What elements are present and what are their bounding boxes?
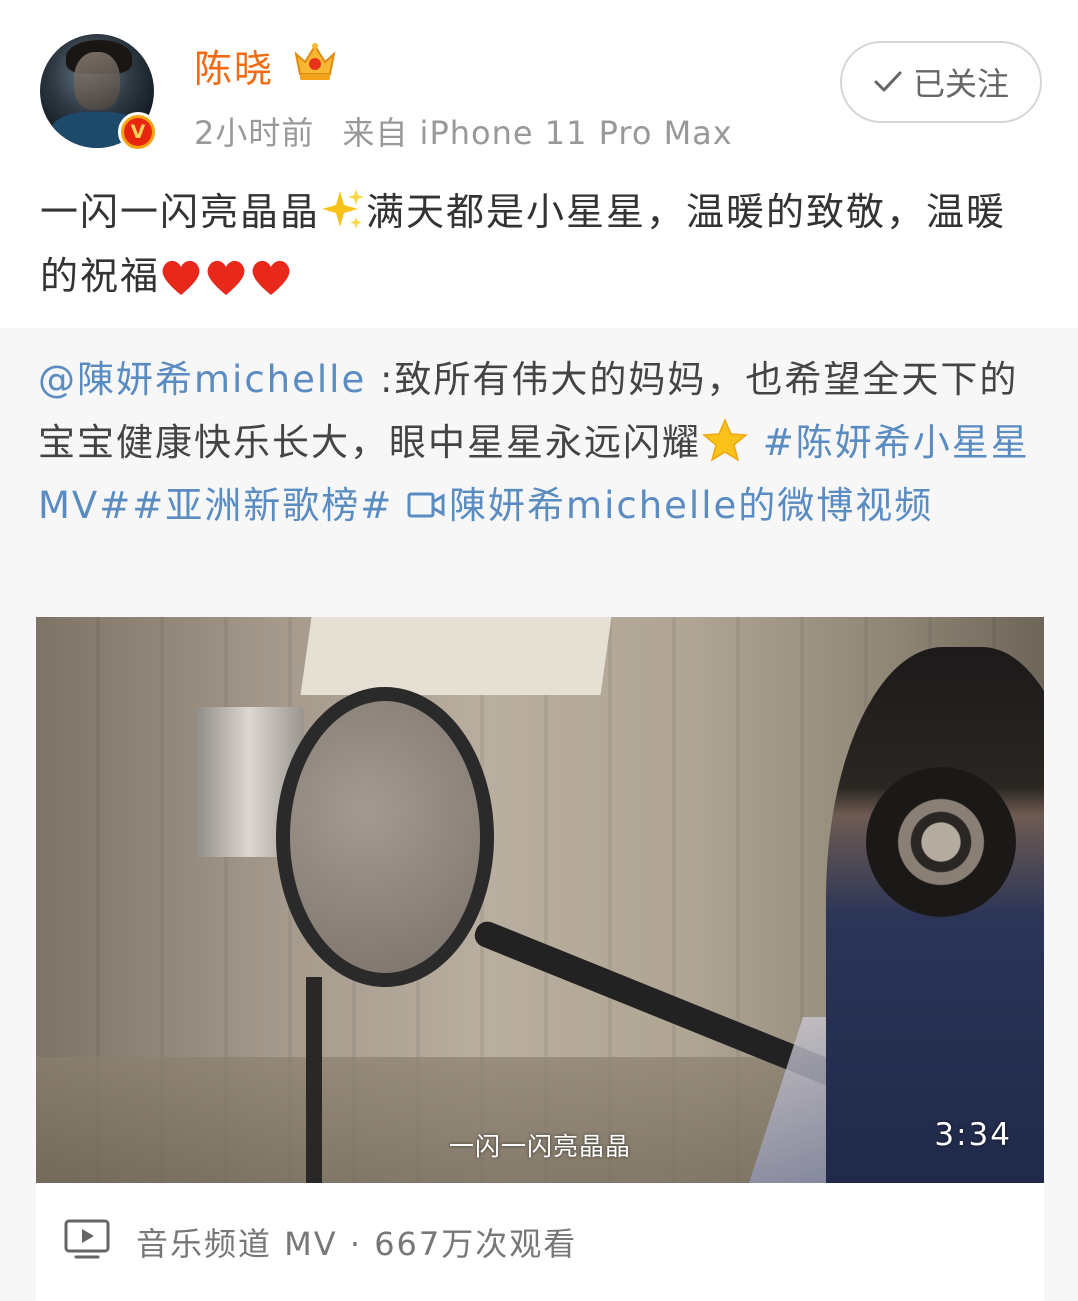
video-player[interactable]: 一闪一闪亮晶晶 3:34 xyxy=(36,617,1044,1183)
mention-link[interactable]: @陳妍希michelle xyxy=(38,358,366,401)
post-meta: 2小时前 来自 iPhone 11 Pro Max xyxy=(194,108,733,154)
post-text-part1: 一闪一闪亮晶晶 xyxy=(40,190,321,234)
star-icon xyxy=(702,418,748,462)
video-stats: 音乐频道 MV · 667万次观看 xyxy=(136,1225,578,1263)
post-text: 一闪一闪亮晶晶 满天都是小星星，温暖的致敬，温暖的祝福 xyxy=(40,180,1040,308)
sparkles-icon xyxy=(322,189,365,229)
video-link[interactable]: 陳妍希michelle的微博视频 xyxy=(407,484,933,527)
post-time: 2小时前 xyxy=(194,114,315,152)
follow-button[interactable]: 已关注 xyxy=(840,41,1042,123)
follow-label: 已关注 xyxy=(912,65,1009,103)
post-header: V 陈晓 2小时前 来自 iPhone 11 Pro Max 已关注 一闪一闪亮晶… xyxy=(0,0,1078,328)
heart-icon xyxy=(207,260,245,295)
heart-icon xyxy=(252,260,290,295)
hashtag-link-2[interactable]: #亚洲新歌榜# xyxy=(132,484,393,527)
video-subtitle: 一闪一闪亮晶晶 xyxy=(448,1132,631,1161)
username[interactable]: 陈晓 xyxy=(194,38,274,93)
video-footer[interactable]: 音乐频道 MV · 667万次观看 xyxy=(36,1183,1044,1301)
video-camera-icon xyxy=(407,492,445,518)
play-icon xyxy=(64,1219,110,1259)
crown-icon xyxy=(294,43,336,80)
heart-icon xyxy=(162,260,200,295)
post-source[interactable]: 来自 iPhone 11 Pro Max xyxy=(342,114,732,152)
video-link-label: 陳妍希michelle的微博视频 xyxy=(449,484,934,527)
checkmark-icon xyxy=(874,71,902,92)
repost-text: @陳妍希michelle :致所有伟大的妈妈，也希望全天下的宝宝健康快乐长大，眼… xyxy=(38,348,1038,537)
verified-badge-icon: V xyxy=(118,112,158,152)
video-duration: 3:34 xyxy=(934,1117,1012,1153)
repost-card[interactable]: @陳妍希michelle :致所有伟大的妈妈，也希望全天下的宝宝健康快乐长大，眼… xyxy=(0,328,1078,1301)
